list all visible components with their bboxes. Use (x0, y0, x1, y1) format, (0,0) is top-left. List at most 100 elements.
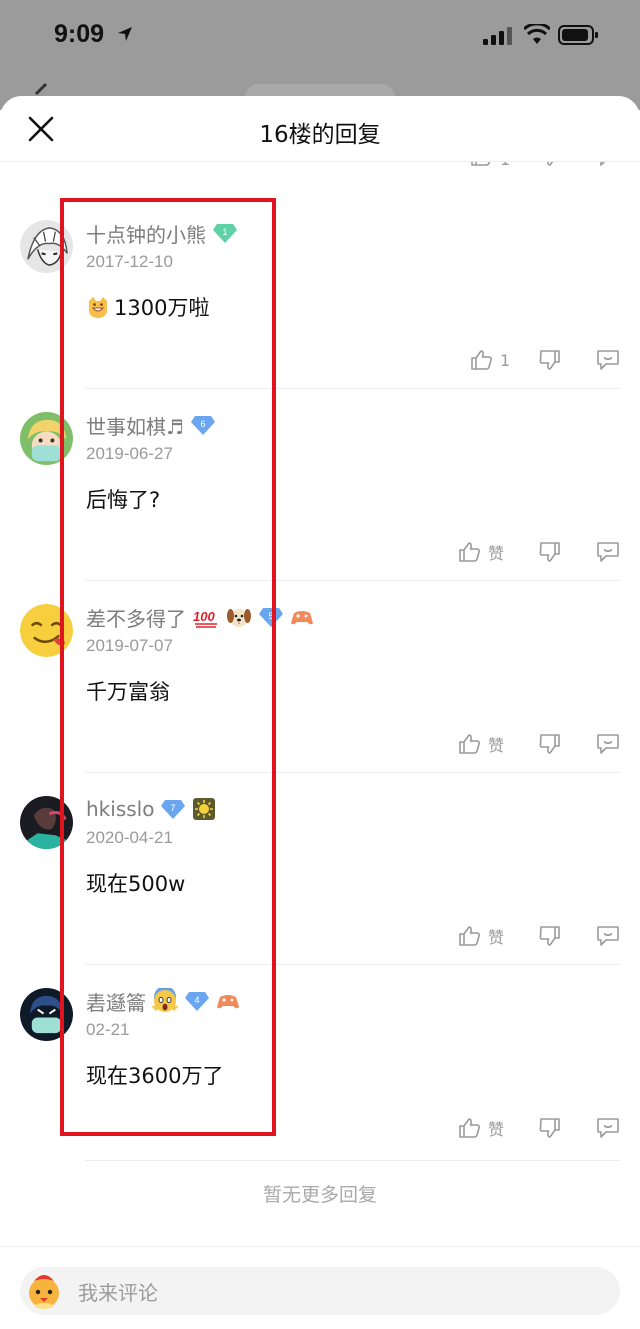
sheet-title: 16楼的回复 (259, 122, 381, 148)
comment-icon[interactable] (595, 1116, 621, 1140)
sheet-header: 16楼的回复 (0, 96, 640, 162)
reply-content-text: 千万富翁 (86, 680, 170, 704)
diamond-badge-icon: 4 (185, 992, 209, 1011)
level-number: 7 (171, 803, 176, 813)
reply-actions: 赞 (0, 540, 640, 570)
gamepad-badge-icon (291, 611, 313, 625)
reply-item: hkisslo 7 2020-04-21 现在500w 赞 (0, 772, 640, 964)
name-row: hkisslo 7 (86, 794, 216, 824)
diamond-badge-icon: 6 (190, 416, 215, 435)
battery-icon (558, 25, 598, 45)
username[interactable]: 十点钟的小熊 (86, 219, 206, 248)
grinning-cat-emoji-icon (89, 297, 107, 318)
status-time: 9:09 (54, 20, 105, 48)
reply-list: 十点钟的小熊 1 2017-12-10 1300万啦 1 世事如棋♬ 6 201… (0, 196, 640, 1156)
thumbs-up-icon (471, 350, 492, 370)
comment-icon[interactable] (595, 732, 621, 756)
reply-content-text: 现在3600万了 (86, 1064, 224, 1088)
reply-date: 2019-06-27 (86, 444, 173, 463)
name-row: 差不多得了 100 5 (86, 602, 314, 632)
name-row: 世事如棋♬ 6 (86, 410, 216, 440)
level-number: 6 (200, 419, 205, 429)
name-row: 砉邎籥 4 (86, 986, 240, 1016)
reply-content: 现在3600万了 (86, 1060, 223, 1090)
like-button[interactable]: 赞 (458, 540, 504, 564)
diamond-badge-icon: 7 (161, 800, 186, 819)
avatar[interactable] (20, 412, 73, 465)
reply-date: 2019-07-07 (86, 636, 173, 655)
like-label: 赞 (488, 1120, 505, 1139)
reply-content-text: 后悔了? (86, 488, 161, 512)
avatar[interactable] (20, 604, 73, 657)
comment-placeholder: 我来评论 (78, 1280, 158, 1305)
reply-actions: 赞 (0, 732, 640, 762)
reply-content: 现在500w (86, 868, 185, 898)
screaming-face-emoji-icon (152, 988, 178, 1012)
like-count: 1 (500, 350, 511, 370)
username[interactable]: hkisslo (86, 797, 154, 821)
like-label: 赞 (488, 928, 505, 947)
reply-content-text: 现在500w (86, 872, 186, 896)
reply-item: 十点钟的小熊 1 2017-12-10 1300万啦 1 (0, 196, 640, 388)
replies-sheet: 16楼的回复 1 十点钟的小熊 (0, 96, 640, 1329)
reply-content-text: 1300万啦 (114, 296, 210, 320)
username[interactable]: 差不多得了 (86, 603, 186, 632)
gamepad-badge-icon (217, 995, 239, 1009)
hundred-points-emoji-icon: 100 (193, 609, 217, 628)
avatar[interactable] (20, 988, 73, 1041)
sun-badge-icon (193, 798, 216, 820)
like-button[interactable]: 赞 (458, 1116, 504, 1140)
reply-content: 后悔了? (86, 484, 160, 514)
reply-content: 1300万啦 (86, 292, 209, 322)
like-button[interactable]: 赞 (458, 732, 504, 756)
avatar[interactable] (20, 796, 73, 849)
reply-item: 差不多得了 100 5 2019-07-07 千万富翁 赞 (0, 580, 640, 772)
no-more-replies-text: 暂无更多回复 (262, 1184, 377, 1206)
status-bar: 9:09 (0, 0, 640, 70)
comment-input[interactable]: 我来评论 (20, 1267, 620, 1315)
avatar[interactable] (20, 220, 73, 273)
thumbs-down-icon[interactable] (538, 540, 562, 564)
level-number: 1 (222, 227, 227, 237)
diamond-badge-icon: 1 (213, 224, 237, 243)
like-label: 赞 (488, 736, 505, 755)
thumbs-up-icon (459, 926, 480, 946)
username[interactable]: 砉邎籥 (86, 987, 146, 1016)
reply-item: 世事如棋♬ 6 2019-06-27 后悔了? 赞 (0, 388, 640, 580)
thumbs-up-icon (459, 542, 480, 562)
svg-text:100: 100 (193, 609, 215, 624)
thumbs-up-icon (459, 1118, 480, 1138)
like-button[interactable]: 赞 (458, 924, 504, 948)
reply-date: 2017-12-10 (86, 252, 173, 271)
reply-actions: 1 (0, 348, 640, 378)
thumbs-down-icon[interactable] (538, 924, 562, 948)
chick-avatar-icon (29, 1275, 59, 1309)
like-label: 赞 (488, 544, 505, 563)
reply-actions: 赞 (0, 924, 640, 954)
username[interactable]: 世事如棋♬ (86, 411, 184, 440)
reply-actions: 赞 (0, 1116, 640, 1146)
name-row: 十点钟的小熊 1 (86, 218, 238, 248)
background-page: 9:09 (0, 0, 640, 110)
reply-content: 千万富翁 (86, 676, 170, 706)
diamond-badge-icon: 5 (259, 608, 283, 627)
comment-composer-bar: 我来评论 (0, 1246, 640, 1329)
thumbs-down-icon[interactable] (538, 348, 562, 372)
level-number: 4 (194, 995, 199, 1005)
wifi-icon (524, 24, 550, 44)
thumbs-up-icon (459, 734, 480, 754)
comment-icon[interactable] (595, 540, 621, 564)
comment-icon[interactable] (595, 348, 621, 372)
level-number: 5 (268, 611, 273, 621)
dog-face-emoji-icon (227, 609, 251, 627)
like-button[interactable]: 1 (470, 348, 510, 372)
comment-icon[interactable] (595, 924, 621, 948)
thumbs-down-icon[interactable] (538, 732, 562, 756)
thumbs-down-icon[interactable] (538, 1116, 562, 1140)
reply-item: 砉邎籥 4 02-21 现在3600万了 赞 (0, 964, 640, 1156)
reply-date: 02-21 (86, 1020, 130, 1039)
divider (85, 1160, 620, 1161)
reply-date: 2020-04-21 (86, 828, 173, 847)
cellular-signal-icon (483, 27, 512, 45)
location-arrow-icon (118, 27, 132, 41)
